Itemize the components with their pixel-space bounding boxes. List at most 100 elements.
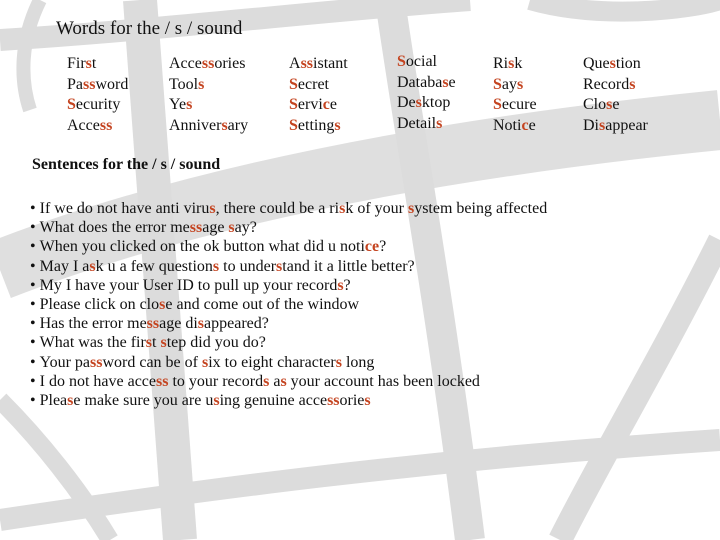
s-sound-highlight: ss [83,75,96,93]
text-segment: k u a few question [95,257,213,275]
text-segment: ystem being affected [414,200,548,217]
text-segment: Pa [67,75,83,93]
vocab-word: First [67,54,128,75]
text-segment: ? [379,238,387,256]
vocab-word: Details [397,114,456,135]
text-segment: ecurity [75,96,121,113]
text-segment: to under [219,257,277,275]
word-column-1: First Password Security Access [67,54,128,136]
vocab-word: Accessories [169,54,248,75]
vocab-word: Access [67,116,128,137]
s-sound-highlight: ss [90,353,103,371]
text-segment: ay? [234,219,257,237]
text-segment: My I have your User ID to pull up your r… [39,276,338,294]
sentence-item: Please click on close and come out of th… [30,295,547,314]
text-segment: ecret [297,75,329,93]
sentence-item: My I have your User ID to pull up your r… [30,276,547,295]
s-sound-highlight: ce [364,238,380,256]
s-sound-highlight: s [186,96,193,113]
s-sound-highlight: S [289,75,298,93]
text-segment: Noti [493,116,522,134]
s-sound-highlight: S [67,96,76,113]
s-sound-highlight: s [364,392,371,410]
text-segment: e [528,116,536,134]
text-segment: Clo [583,96,607,113]
text-segment: word [95,75,129,93]
sentence-list: If we do not have anti viru s , there coul… [30,199,548,410]
s-sound-highlight: c [521,116,529,134]
words-heading: Words for the / s / sound [56,18,243,39]
text-segment: to your record [168,372,264,390]
text-segment: Tool [169,75,199,93]
vocab-word: Anniversary [169,116,248,137]
text-segment: Ye [169,96,187,113]
s-sound-highlight: ss [201,55,215,72]
text-segment: e [448,73,456,91]
text-segment: , there could be a ri [215,200,340,217]
text-segment: e [612,96,620,113]
sentences-heading: Sentences for the / s / sound [32,156,221,173]
vocab-word: Assistant [289,54,348,75]
text-segment: orie [339,392,365,410]
sentence-item: I do not have access to your records as … [30,372,547,391]
text-segment: Your pa [39,353,90,371]
vocab-word: Service [289,95,348,116]
s-sound-highlight: s [517,75,524,93]
text-segment: ix to eight character [208,353,336,371]
text-segment: Detail [397,114,437,132]
vocab-word: Close [583,95,648,116]
s-sound-highlight: S [493,75,502,93]
text-segment: k of your [345,200,408,217]
text-segment: ing genuine acce [219,392,328,410]
text-segment: I do not have acce [39,372,156,390]
text-segment: What does the error me [39,219,190,237]
sentence-item: May I ask u a few questions to understan… [30,257,547,276]
text-segment: long [341,353,375,371]
text-segment: When you clicked on the ok button what d… [39,238,365,256]
text-segment: e [329,96,337,113]
text-segment: Please click on clo [39,296,160,314]
sentence-item: When you clicked on the ok button what d… [30,237,547,256]
text-segment: tand it a little better? [282,257,415,275]
text-segment: word can be of [102,353,202,371]
s-sound-highlight: c [322,96,330,113]
s-sound-highlight: ss [189,219,203,237]
vocab-word: Risk [493,54,537,75]
s-sound-highlight: S [493,96,502,113]
text-segment: ervi [297,96,323,113]
text-segment: Fir [67,55,86,72]
vocab-word: Records [583,75,648,96]
text-segment: a [269,372,281,390]
vocab-word: Social [397,52,456,73]
slide-content: Words for the / s / sound First Password S… [0,0,720,540]
text-segment: e make sure you are u [73,392,214,410]
text-segment: De [397,94,416,111]
text-segment: What was the fir [39,334,146,352]
vocab-word: Security [67,95,128,116]
text-segment: age di [159,315,198,333]
sentence-item: Your password can be of six to eight cha… [30,353,547,372]
text-segment: istant [313,55,348,72]
text-segment: Acce [169,55,202,72]
text-segment: ocial [405,53,437,70]
s-sound-highlight: ss [99,116,113,134]
vocab-word: Settings [289,116,348,137]
s-sound-highlight: s [629,75,636,93]
vocab-word: Question [583,54,648,75]
text-segment: If we do not have anti viru [39,200,210,217]
text-segment: Plea [39,392,68,410]
text-segment: ories [214,55,246,72]
text-segment: appear [605,116,648,134]
word-column-3: Assistant Secret Service Settings [289,54,348,136]
vocab-word: Disappear [583,116,648,137]
sentence-item: What does the error message say? [30,218,547,237]
s-sound-highlight: s [334,116,341,134]
s-sound-highlight: s [198,75,205,93]
text-segment: May I a [39,257,90,275]
text-segment: t [91,55,97,72]
text-segment: ktop [421,94,451,111]
text-segment: Que [583,55,610,72]
vocab-word: Tools [169,75,248,96]
text-segment: Databa [397,73,443,91]
vocab-word: Secret [289,75,348,96]
